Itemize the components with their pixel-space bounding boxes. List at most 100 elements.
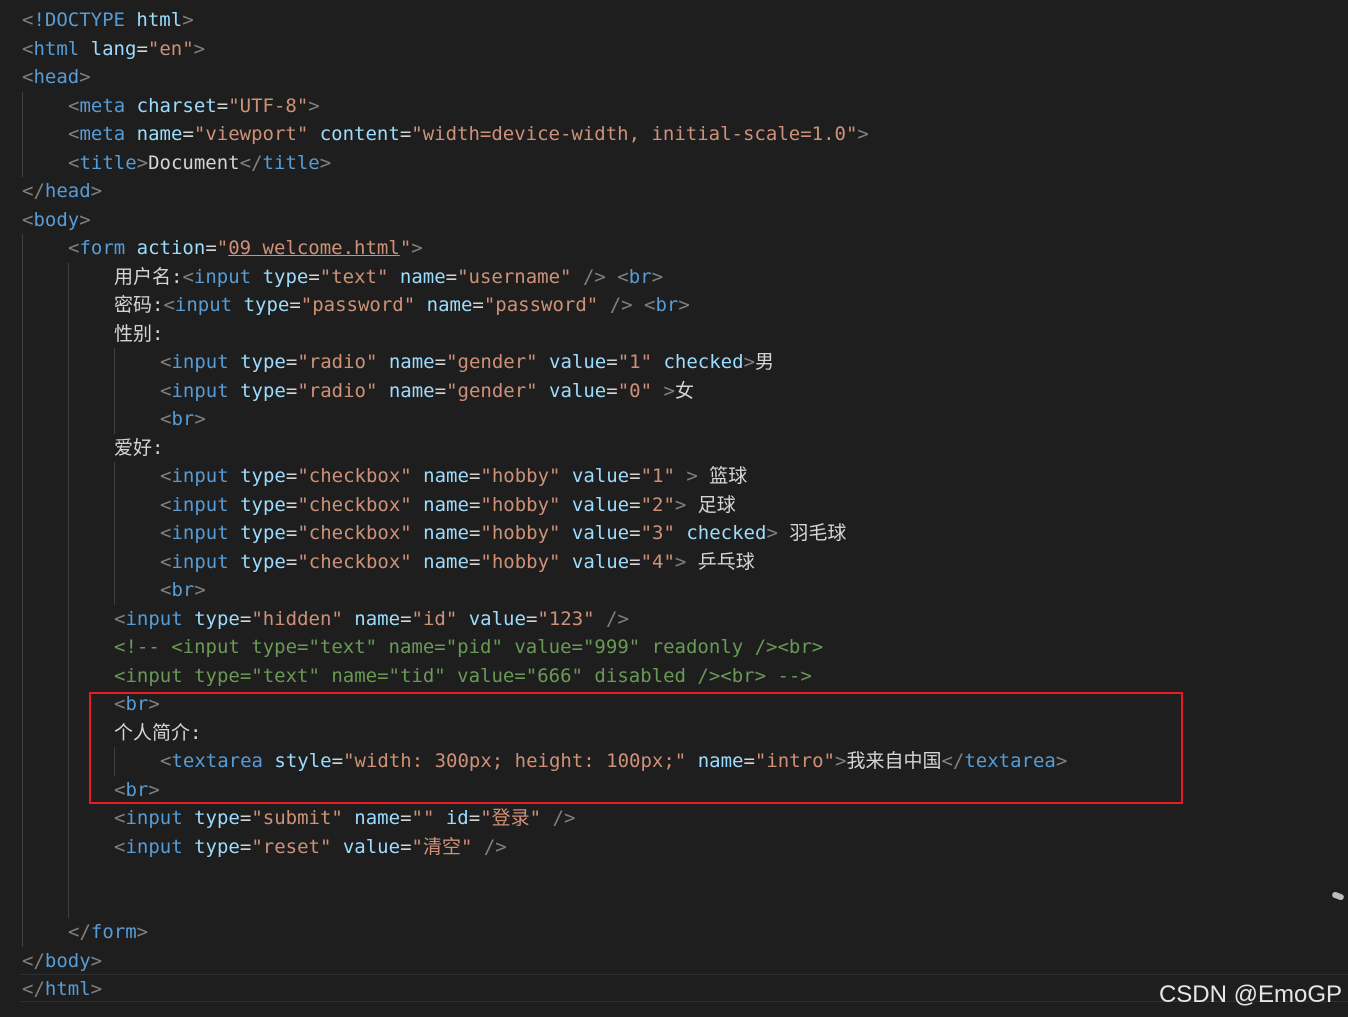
code-token: <	[160, 550, 172, 573]
code-editor[interactable]: <!DOCTYPE html> <html lang="en"> <head> <me…	[0, 0, 1348, 1017]
code-token: "password"	[300, 294, 416, 316]
indent-guide	[68, 262, 69, 918]
code-token: =	[239, 607, 252, 630]
code-line[interactable]: 用户名:<input type="text" name="username" /…	[114, 263, 663, 291]
code-token: <	[617, 265, 629, 288]
code-token: !DOCTYPE	[33, 9, 125, 31]
code-token: head	[33, 66, 80, 88]
code-token: />	[483, 835, 507, 858]
code-line[interactable]: <!-- <input type="text" name="pid" value…	[114, 633, 823, 661]
code-token: "hobby"	[480, 493, 561, 516]
code-token: name	[423, 550, 469, 573]
code-token: >	[136, 151, 149, 174]
code-token: <	[22, 66, 34, 88]
code-token: input	[171, 379, 229, 402]
code-line[interactable]: </body>	[22, 947, 102, 975]
code-token: name	[354, 607, 401, 630]
code-line[interactable]: <input type="reset" value="清空" />	[114, 833, 507, 861]
code-token: <	[163, 294, 175, 316]
code-token: 密码:	[114, 294, 164, 316]
code-token: =	[468, 807, 481, 829]
code-token: =	[434, 351, 447, 373]
code-token: "checkbox"	[297, 465, 412, 487]
code-token: "1"	[640, 465, 675, 487]
code-token: type	[240, 522, 286, 544]
code-token: value	[468, 607, 526, 630]
code-token: <!-- <input type="text" name="pid" value…	[114, 636, 824, 658]
code-line[interactable]: <head>	[22, 63, 91, 91]
code-token: "id"	[411, 607, 458, 630]
code-token: <	[160, 351, 172, 373]
code-token: =	[606, 379, 618, 402]
code-token: >	[663, 379, 675, 402]
annotation-highlight-box	[89, 692, 1183, 804]
code-line[interactable]: 密码:<input type="password" name="password…	[114, 291, 690, 319]
code-token: "hobby"	[480, 550, 561, 573]
code-token: "4"	[640, 550, 675, 573]
code-line[interactable]: <input type="checkbox" name="hobby" valu…	[160, 519, 846, 547]
code-line[interactable]: <input type="radio" name="gender" value=…	[160, 348, 774, 376]
code-line[interactable]: 爱好:	[114, 434, 163, 462]
code-token: <	[160, 465, 172, 487]
code-token: <	[22, 37, 34, 60]
code-token: />	[582, 265, 606, 288]
code-token: </	[22, 949, 45, 972]
code-token: 篮球	[697, 465, 748, 487]
code-line[interactable]: <br>	[160, 576, 206, 604]
code-token: />	[606, 607, 629, 630]
code-line[interactable]: <html lang="en">	[22, 35, 205, 63]
code-line[interactable]: <input type="checkbox" name="hobby" valu…	[160, 462, 747, 490]
code-line[interactable]: <input type="radio" name="gender" value=…	[160, 377, 694, 405]
code-token: type	[194, 607, 240, 630]
current-line-highlight	[20, 974, 1348, 1002]
code-line[interactable]: <br>	[160, 405, 206, 433]
code-token: checked	[686, 522, 767, 544]
code-line[interactable]: </head>	[22, 177, 102, 205]
code-line[interactable]: <input type="hidden" name="id" value="12…	[114, 605, 629, 633]
code-token: name	[388, 351, 435, 373]
code-token: id	[445, 807, 469, 829]
code-token: <input type="text" name="tid" value="666…	[114, 664, 812, 687]
code-line[interactable]: <meta charset="UTF-8">	[68, 92, 320, 120]
code-token: "checkbox"	[297, 493, 412, 516]
code-token: "en"	[147, 37, 194, 60]
code-line[interactable]: <!DOCTYPE html>	[22, 6, 194, 34]
code-line[interactable]: <title>Document</title>	[68, 149, 331, 177]
code-line[interactable]: <input type="checkbox" name="hobby" valu…	[160, 491, 736, 519]
code-token: 女	[674, 379, 694, 402]
code-token: =	[400, 835, 412, 858]
code-token: "3"	[640, 522, 675, 544]
code-token: br	[171, 579, 195, 601]
code-line[interactable]: <input type="submit" name="" id="登录" />	[114, 804, 575, 832]
code-line[interactable]: <body>	[22, 206, 91, 234]
code-token: type	[243, 294, 290, 316]
code-token: <	[68, 151, 80, 174]
code-line[interactable]: 性别:	[114, 320, 163, 348]
code-token: =	[468, 522, 481, 544]
code-token: =	[285, 550, 298, 573]
code-token: =	[399, 123, 412, 145]
code-token: <	[114, 807, 126, 829]
code-line[interactable]: <input type="text" name="tid" value="666…	[114, 662, 812, 690]
code-token: "checkbox"	[297, 522, 412, 544]
code-line[interactable]: <form action="09 welcome.html">	[68, 234, 423, 262]
indent-guide	[22, 91, 23, 177]
code-token: meta	[79, 94, 126, 117]
code-line[interactable]: <meta name="viewport" content="width=dev…	[68, 120, 869, 148]
code-line[interactable]: </form>	[68, 918, 148, 946]
code-line[interactable]: <input type="checkbox" name="hobby" valu…	[160, 548, 755, 576]
code-token: =	[239, 835, 252, 858]
code-token: Document	[148, 151, 240, 174]
code-token: 性别:	[114, 322, 164, 345]
